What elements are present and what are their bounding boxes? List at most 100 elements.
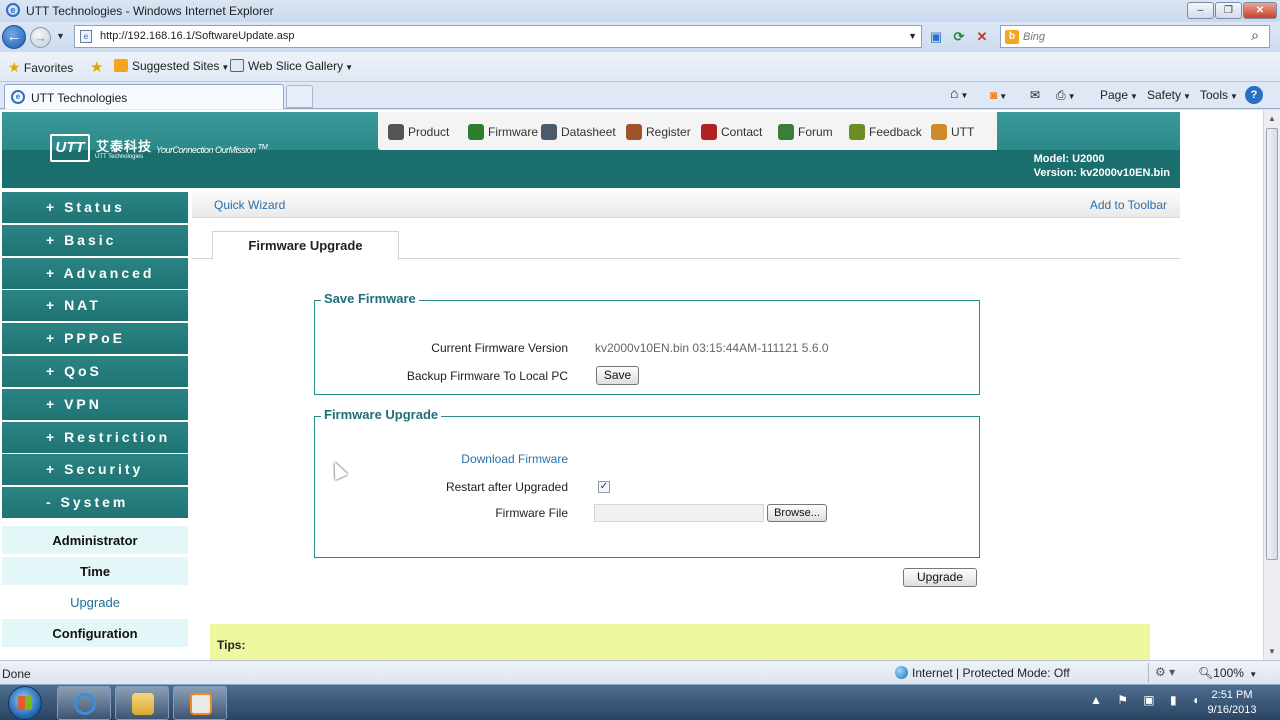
tools-menu[interactable]: Tools ▼: [1200, 88, 1238, 102]
sidebar-menu-item[interactable]: + Basic: [2, 224, 188, 256]
clock-time: 2:51 PM: [1211, 689, 1253, 701]
chevron-down-icon: ▼: [1183, 92, 1191, 101]
taskbar-media-player[interactable]: [173, 686, 227, 720]
favorites-label: Favorites: [23, 61, 74, 75]
scroll-up-icon[interactable]: ▲: [1264, 110, 1280, 127]
help-icon[interactable]: ?: [1245, 86, 1263, 104]
utt-logo[interactable]: UTT: [50, 134, 90, 162]
sidebar-menu-item[interactable]: + Advanced: [2, 257, 188, 289]
sidebar-item-configuration[interactable]: Configuration: [2, 619, 188, 648]
feeds-icon[interactable]: ◙ ▼: [990, 88, 1007, 102]
tips-panel: Tips:: [210, 624, 1150, 660]
download-firmware-link[interactable]: Download Firmware: [461, 452, 568, 466]
model-label: Model: U2000: [1033, 153, 1105, 165]
slogan-text: YourConnection OurMission: [156, 145, 256, 155]
ie-logo-icon: e: [6, 3, 20, 17]
chevron-down-icon: ▼: [345, 63, 354, 72]
clock[interactable]: 2:51 PM 9/16/2013: [1196, 688, 1268, 718]
taskbar-internet-explorer[interactable]: [57, 686, 111, 720]
status-divider: [1148, 663, 1149, 683]
forward-button[interactable]: →: [30, 27, 51, 48]
browse-button[interactable]: Browse...: [767, 504, 827, 522]
sidebar-menu-item[interactable]: + Restriction: [2, 421, 188, 453]
restart-checkbox[interactable]: ✓: [598, 481, 610, 493]
contact-icon: [701, 124, 717, 140]
address-dropdown-icon[interactable]: ▼: [908, 31, 917, 41]
sidebar-item-upgrade[interactable]: Upgrade: [2, 588, 188, 617]
recent-pages-dropdown[interactable]: ▼: [56, 31, 65, 41]
tab-bar: e UTT Technologies ⌂ ▼ ◙ ▼ ✉ ⎙ ▼ Page ▼ Safe…: [0, 82, 1280, 109]
web-slice-gallery-link[interactable]: Web Slice Gallery ▼: [230, 59, 353, 73]
web-slice-icon: [230, 59, 244, 72]
search-icon[interactable]: ⌕: [1251, 27, 1259, 44]
safety-menu[interactable]: Safety ▼: [1147, 88, 1191, 102]
sidebar-menu-item[interactable]: + NAT: [2, 290, 188, 322]
chevron-down-icon: ▼: [1249, 670, 1258, 679]
suggested-sites-link[interactable]: Suggested Sites ▼: [114, 59, 229, 73]
add-favorites-icon[interactable]: ★: [90, 58, 103, 76]
sidebar-menu-item[interactable]: - System: [2, 487, 188, 519]
top-link-label: Contact: [721, 125, 763, 139]
close-button[interactable]: ✕: [1243, 2, 1277, 19]
sidebar-item-time[interactable]: Time: [2, 557, 188, 586]
search-box[interactable]: b ⌕: [1000, 25, 1270, 48]
top-link-datasheet[interactable]: Datasheet: [541, 124, 616, 140]
firmware-upgrade-section: Firmware Upgrade Download Firmware Resta…: [314, 407, 980, 558]
sidebar-item-administrator[interactable]: Administrator: [2, 526, 188, 555]
maximize-button[interactable]: ❐: [1215, 2, 1242, 19]
firmware-file-input[interactable]: [594, 504, 764, 522]
taskbar-file-explorer[interactable]: [115, 686, 169, 720]
scroll-down-icon[interactable]: ▼: [1264, 643, 1280, 660]
compatibility-view-icon[interactable]: ▣: [926, 27, 946, 47]
top-link-utt[interactable]: UTT: [931, 124, 974, 140]
sidebar-menu-item[interactable]: + QoS: [2, 356, 188, 387]
suggested-sites-label: Suggested Sites: [132, 59, 220, 73]
quick-wizard-link[interactable]: Quick Wizard: [214, 198, 285, 212]
product-icon: [388, 124, 404, 140]
address-bar[interactable]: e http://192.168.16.1/SoftwareUpdate.asp…: [74, 25, 922, 48]
top-link-contact[interactable]: Contact: [701, 124, 762, 140]
mail-icon[interactable]: ✉: [1030, 88, 1040, 102]
tab-utt-technologies[interactable]: e UTT Technologies: [4, 84, 284, 109]
current-version-label: Current Firmware Version: [431, 341, 568, 355]
sidebar: + Status + Basic + Advanced + NAT + PPPoE + Q…: [2, 192, 188, 660]
tab-firmware-upgrade[interactable]: Firmware Upgrade: [212, 231, 399, 260]
sidebar-menu-item[interactable]: + Status: [2, 192, 188, 223]
top-link-product[interactable]: Product: [388, 124, 449, 140]
security-zone[interactable]: Internet | Protected Mode: Off: [895, 666, 1070, 680]
system-tray[interactable]: ▲ ⚑ ▣ ▮ ◖: [1090, 693, 1205, 707]
start-button[interactable]: [8, 686, 42, 720]
globe-icon: [895, 666, 908, 679]
vertical-scrollbar[interactable]: ▲ ▼: [1263, 110, 1280, 660]
upgrade-button[interactable]: Upgrade: [903, 568, 977, 587]
sidebar-menu-item[interactable]: + PPPoE: [2, 323, 188, 355]
zoom-control[interactable]: 🔍︎100% ▼: [1198, 666, 1257, 680]
top-link-feedback[interactable]: Feedback: [849, 124, 922, 140]
url-text[interactable]: http://192.168.16.1/SoftwareUpdate.asp: [100, 30, 294, 42]
top-link-firmware[interactable]: Firmware: [468, 124, 538, 140]
top-link-label: Firmware: [488, 125, 538, 139]
restart-label: Restart after Upgraded: [445, 480, 568, 494]
sidebar-menu-item[interactable]: + VPN: [2, 388, 188, 420]
taskbar: ▲ ⚑ ▣ ▮ ◖ 2:51 PM 9/16/2013: [0, 684, 1280, 720]
print-icon[interactable]: ⎙ ▼: [1056, 88, 1076, 103]
page-menu[interactable]: Page ▼: [1100, 88, 1138, 102]
add-to-toolbar-link[interactable]: Add to Toolbar: [1090, 198, 1167, 212]
favorites-button[interactable]: ★ Favorites: [8, 59, 73, 76]
back-button[interactable]: ←: [2, 25, 26, 49]
top-link-forum[interactable]: Forum: [778, 124, 833, 140]
minimize-button[interactable]: –: [1187, 2, 1214, 19]
scroll-thumb[interactable]: [1266, 128, 1278, 560]
refresh-icon[interactable]: ⟳: [949, 27, 969, 47]
home-icon[interactable]: ⌂ ▼: [950, 85, 968, 101]
security-zone-label: Internet | Protected Mode: Off: [912, 666, 1070, 680]
chevron-down-icon: ▼: [1230, 92, 1238, 101]
new-tab-button[interactable]: [286, 85, 313, 108]
utt-icon: [931, 124, 947, 140]
stop-icon[interactable]: ✕: [972, 27, 992, 47]
top-link-register[interactable]: Register: [626, 124, 691, 140]
protected-mode-icon[interactable]: ⚙ ▾: [1155, 665, 1175, 679]
sidebar-menu-item[interactable]: + Security: [2, 454, 188, 486]
save-button[interactable]: Save: [596, 366, 639, 385]
search-input[interactable]: [1023, 29, 1233, 45]
